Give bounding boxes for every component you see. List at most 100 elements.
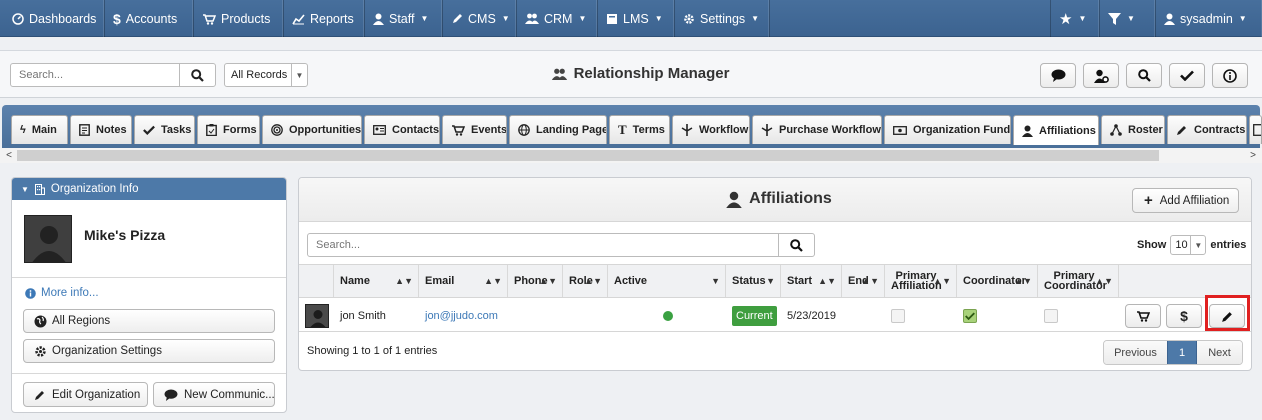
sort-icon: ▲▼	[484, 276, 502, 286]
pagination-page-1[interactable]: 1	[1167, 341, 1197, 364]
plus-icon: +	[1144, 192, 1153, 209]
tab-more[interactable]	[1249, 115, 1262, 144]
column-active[interactable]: Active ▼	[608, 265, 726, 297]
check-icon	[1180, 70, 1194, 81]
user-icon	[373, 13, 384, 25]
tab-workflow[interactable]: Workflow	[672, 115, 750, 144]
tab-opportunities[interactable]: Opportunities	[262, 115, 362, 144]
organization-info-header[interactable]: ▼ Organization Info	[12, 178, 286, 200]
edit-button-highlight	[1205, 295, 1250, 331]
nav-cms[interactable]: CMS ▼	[443, 0, 517, 37]
user-settings-button[interactable]	[1083, 63, 1119, 88]
column-phone[interactable]: Phone ▲▼	[508, 265, 563, 297]
info-icon	[1223, 68, 1237, 83]
divider	[12, 277, 286, 278]
user-icon	[1164, 13, 1175, 25]
sort-down-icon: ▼	[711, 276, 720, 286]
filter-icon	[1108, 12, 1121, 25]
tab-scrollbar[interactable]: < >	[0, 148, 1262, 163]
nav-settings[interactable]: Settings ▼	[675, 0, 770, 37]
tab-main[interactable]: ϟ Main	[11, 115, 68, 144]
comments-button[interactable]	[1040, 63, 1076, 88]
organization-avatar	[24, 215, 72, 263]
tab-tasks[interactable]: Tasks	[134, 115, 195, 144]
organization-settings-button[interactable]: Organization Settings	[23, 339, 275, 363]
primary-affiliation-checkbox[interactable]	[891, 299, 905, 332]
nav-products[interactable]: Products	[194, 0, 284, 37]
scroll-right-icon[interactable]: >	[1246, 148, 1260, 163]
global-search-input[interactable]	[10, 63, 180, 87]
affiliations-search-button[interactable]	[778, 233, 815, 257]
active-indicator	[663, 299, 673, 332]
chevron-down-icon: ▼	[1078, 14, 1087, 23]
column-primary-coordinator[interactable]: Primary Coordinator ▲▼	[1038, 265, 1119, 297]
scroll-left-icon[interactable]: <	[2, 148, 16, 163]
row-cart-button[interactable]	[1125, 304, 1161, 328]
user-menu[interactable]: sysadmin ▼	[1155, 0, 1262, 37]
column-primary-affiliation[interactable]: Primary Affiliation ▲▼	[885, 265, 957, 297]
tab-landing-page[interactable]: Landing Page	[509, 115, 607, 144]
user-icon	[1022, 125, 1033, 137]
filter-menu[interactable]: ▼	[1099, 0, 1155, 37]
tab-contacts[interactable]: Contacts	[364, 115, 440, 144]
nav-accounts[interactable]: $ Accounts	[105, 0, 194, 37]
tab-events[interactable]: Events	[442, 115, 507, 144]
tab-purchase-workflows[interactable]: Purchase Workflows	[752, 115, 882, 144]
column-end[interactable]: End ▲▼	[842, 265, 885, 297]
table-row: jon Smith jon@jjudo.com Current 5/23/201…	[299, 295, 1251, 332]
primary-coordinator-checkbox[interactable]	[1044, 299, 1058, 332]
tab-organization-funds[interactable]: Organization Funds	[884, 115, 1011, 144]
nav-lms[interactable]: LMS ▼	[598, 0, 675, 37]
row-billing-button[interactable]: $	[1166, 304, 1202, 328]
tab-notes[interactable]: Notes	[70, 115, 132, 144]
tab-contracts[interactable]: Contracts	[1167, 115, 1247, 144]
clipboard-icon	[206, 124, 217, 136]
nav-crm[interactable]: CRM ▼	[517, 0, 598, 37]
bolt-icon: ϟ	[20, 124, 26, 136]
column-coordinator[interactable]: Coordinator ▲▼	[957, 265, 1038, 297]
edit-organization-button[interactable]: Edit Organization	[23, 382, 148, 407]
pagination-next[interactable]: Next	[1197, 341, 1242, 364]
workflow-icon	[761, 124, 773, 136]
tab-forms[interactable]: Forms	[197, 115, 260, 144]
user-gear-icon	[1093, 69, 1109, 83]
nav-staff[interactable]: Staff ▼	[365, 0, 443, 37]
chevron-down-icon: ▼	[578, 14, 587, 23]
pagination-previous[interactable]: Previous	[1104, 341, 1167, 364]
cart-icon	[451, 124, 465, 136]
tab-affiliations[interactable]: Affiliations	[1013, 115, 1099, 145]
all-regions-button[interactable]: All Regions	[23, 309, 275, 333]
page-length-control: Show 10 ▼ entries	[1137, 235, 1246, 255]
more-info-link[interactable]: More info...	[25, 287, 99, 299]
row-email-link[interactable]: jon@jjudo.com	[425, 299, 498, 332]
affiliations-search-input[interactable]	[307, 233, 779, 257]
cart-icon	[202, 13, 216, 25]
records-select[interactable]: All Records ▼	[224, 63, 308, 87]
favorites-menu[interactable]: ★ ▼	[1050, 0, 1099, 37]
chevron-down-icon: ▼	[420, 14, 429, 23]
page-length-select[interactable]: 10 ▼	[1170, 235, 1207, 255]
roster-icon	[1110, 124, 1122, 136]
nav-dashboards[interactable]: Dashboards	[4, 0, 105, 37]
column-name[interactable]: Name ▲▼	[334, 265, 419, 297]
global-search-button[interactable]	[179, 63, 216, 87]
column-role[interactable]: Role ▲▼	[563, 265, 608, 297]
sort-icon: ▲▼	[539, 276, 557, 286]
nav-reports[interactable]: Reports	[284, 0, 365, 37]
confirm-button[interactable]	[1169, 63, 1205, 88]
new-communication-button[interactable]: New Communic...	[153, 382, 275, 407]
globe-icon	[34, 315, 47, 328]
dashboard-icon	[12, 12, 24, 25]
scrollbar-thumb[interactable]	[17, 150, 1159, 161]
affiliations-title: Affiliations	[679, 190, 879, 208]
search-button[interactable]	[1126, 63, 1162, 88]
info-button[interactable]	[1212, 63, 1248, 88]
tab-roster[interactable]: Roster	[1101, 115, 1165, 144]
coordinator-checkbox[interactable]	[963, 299, 977, 332]
column-status[interactable]: Status ▼	[726, 265, 781, 297]
tab-terms[interactable]: T Terms	[609, 115, 670, 144]
column-start[interactable]: Start ▲▼	[781, 265, 842, 297]
column-email[interactable]: Email ▲▼	[419, 265, 508, 297]
add-affiliation-button[interactable]: + Add Affiliation	[1132, 188, 1239, 213]
row-avatar	[305, 299, 329, 332]
